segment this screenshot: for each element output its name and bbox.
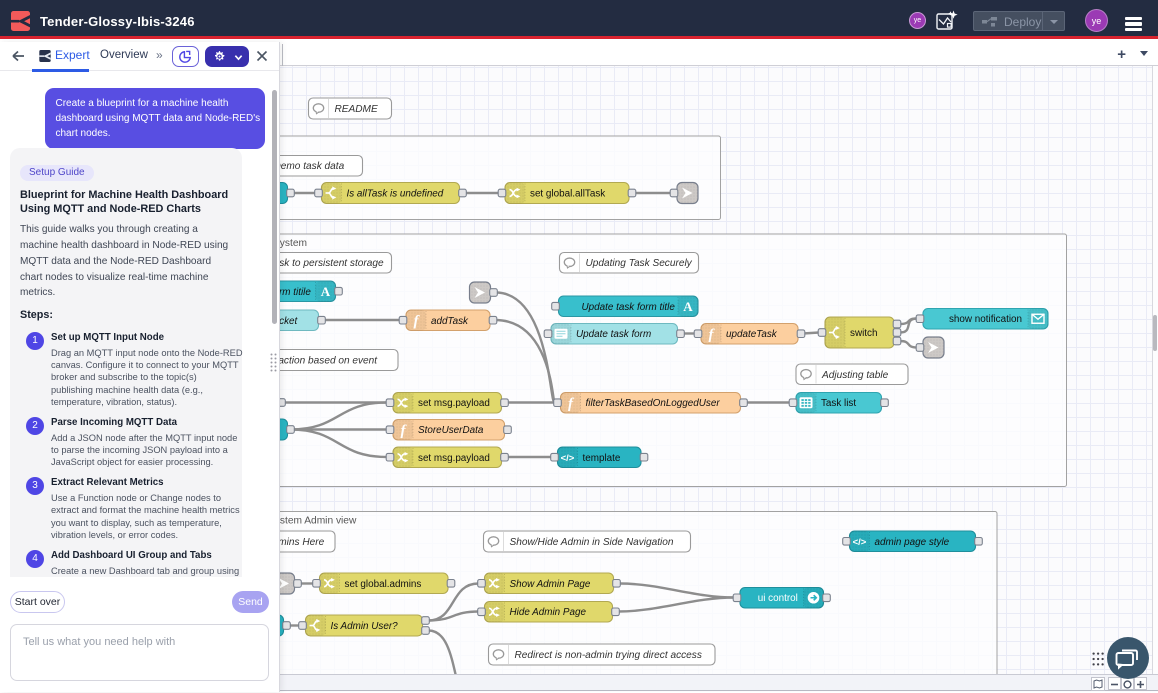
svg-text:set msg.payload: set msg.payload	[418, 453, 490, 464]
svg-text:A: A	[683, 299, 693, 314]
svg-text:Redirect is non-admin trying d: Redirect is non-admin trying direct acce…	[515, 650, 702, 661]
svg-text:admin page style: admin page style	[875, 537, 950, 548]
svg-text:</>: </>	[561, 453, 575, 464]
svg-text:Adjusting table: Adjusting table	[821, 370, 889, 381]
svg-text:Show/Hide Admin in Side Naviga: Show/Hide Admin in Side Navigation	[510, 537, 674, 548]
svg-text:Task list: Task list	[821, 398, 856, 409]
svg-text:System: System	[280, 238, 307, 249]
svg-text:Demo task data: Demo task data	[280, 161, 345, 172]
svg-text:Is allTask is undefined: Is allTask is undefined	[347, 189, 444, 200]
svg-text:form titile: form titile	[280, 287, 311, 298]
svg-text:System Admin view: System Admin view	[280, 516, 357, 527]
svg-text:updateTask: updateTask	[726, 329, 778, 340]
svg-text:Manage Admins Here: Manage Admins Here	[280, 537, 325, 548]
svg-text:Ticket: Ticket	[280, 316, 299, 327]
svg-text:Update task form title: Update task form title	[582, 302, 676, 313]
svg-text:set msg.payload: set msg.payload	[418, 398, 490, 409]
svg-text:filterTaskBasedOnLoggedUser: filterTaskBasedOnLoggedUser	[586, 398, 721, 409]
svg-text:switch: switch	[850, 328, 877, 339]
svg-text:set global.admins: set global.admins	[345, 579, 422, 590]
svg-text:ui control: ui control	[758, 593, 798, 604]
svg-text:show notification: show notification	[949, 314, 1022, 325]
svg-text:set global.allTask: set global.allTask	[530, 189, 605, 200]
svg-text:Hide Admin Page: Hide Admin Page	[510, 607, 587, 618]
svg-text:Is Admin User?: Is Admin User?	[331, 621, 399, 632]
svg-text:template: template	[583, 453, 621, 464]
svg-text:A: A	[321, 284, 331, 299]
svg-text:Save task to persistent storag: Save task to persistent storage	[280, 258, 384, 269]
svg-text:</>: </>	[853, 537, 867, 548]
svg-text:README: README	[335, 104, 378, 115]
svg-text:Show Admin Page: Show Admin Page	[510, 579, 591, 590]
svg-text:StoreUserData: StoreUserData	[418, 425, 484, 436]
svg-text:addTask: addTask	[431, 316, 469, 327]
svg-text:Updating Task Securely: Updating Task Securely	[586, 258, 693, 269]
svg-text:Update task form: Update task form	[576, 329, 651, 340]
svg-text:Take action based on event: Take action based on event	[280, 356, 378, 367]
